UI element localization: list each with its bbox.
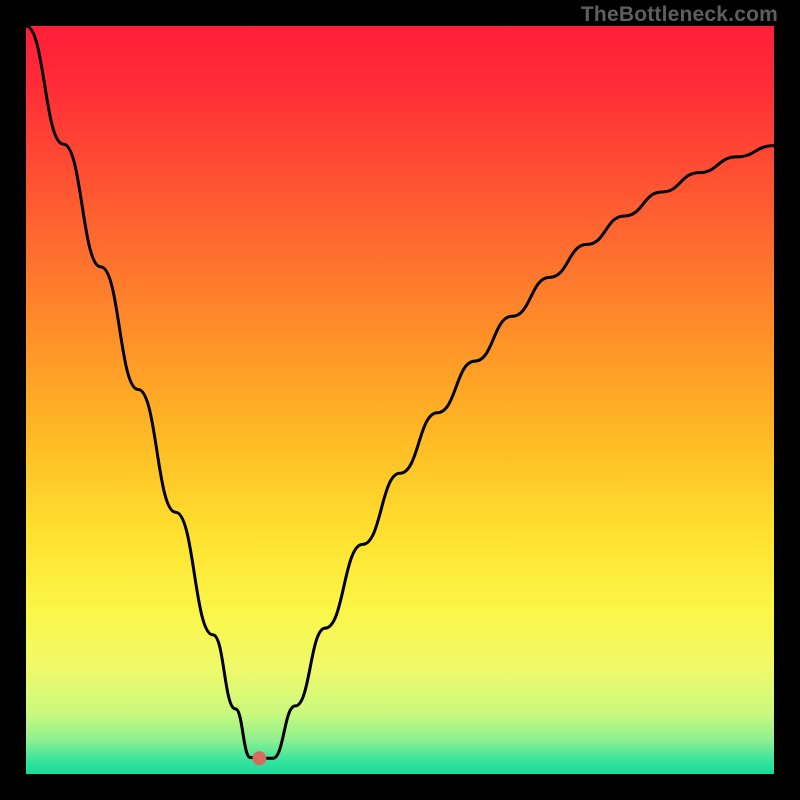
- minimum-marker: [252, 751, 266, 765]
- plot-area: [26, 26, 774, 774]
- gradient-background: [26, 26, 774, 774]
- chart-frame: TheBottleneck.com: [0, 0, 800, 800]
- attribution-text: TheBottleneck.com: [581, 3, 778, 27]
- bottleneck-chart: [26, 26, 774, 774]
